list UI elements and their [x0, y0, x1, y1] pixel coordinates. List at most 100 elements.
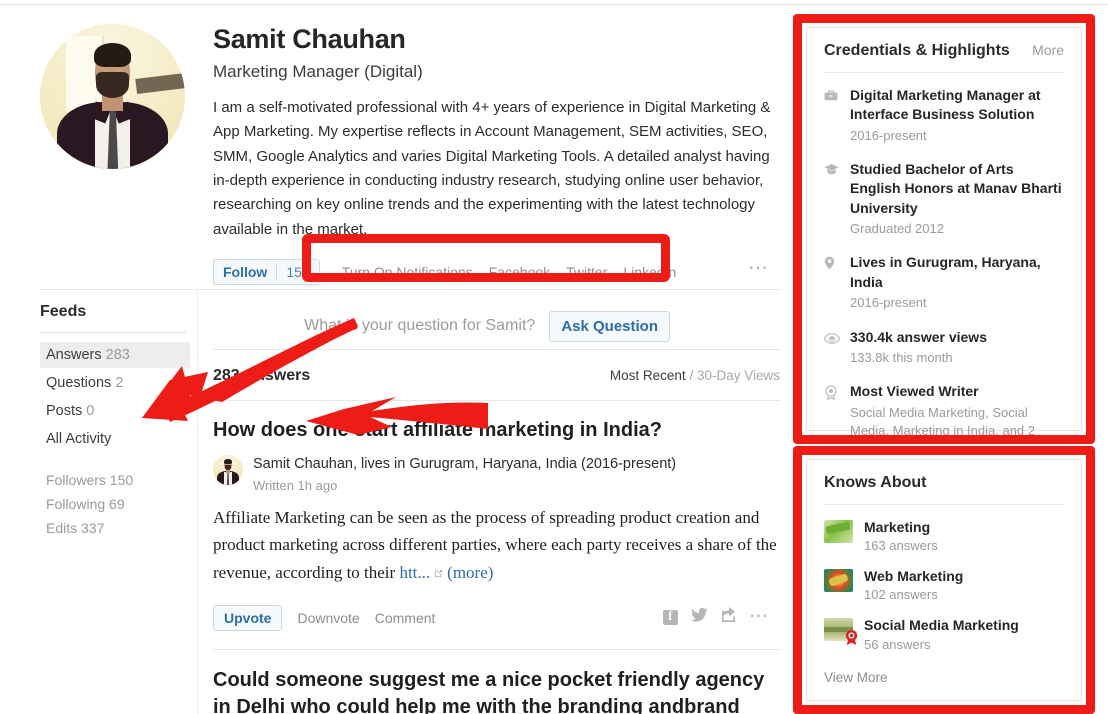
profile-photo[interactable] [40, 24, 185, 169]
sidebar-stat-count: 150 [109, 472, 134, 488]
briefcase-icon [824, 86, 839, 145]
comment-button[interactable]: Comment [375, 610, 436, 626]
credentials-card: Credentials & Highlights More Digital Ma… [806, 27, 1082, 457]
quora-profile-page: Samit Chauhan Marketing Manager (Digital… [0, 0, 1108, 714]
credential-sub: 2016-present [850, 295, 927, 311]
credential-main: Lives in Gurugram, Haryana, India [850, 254, 1041, 290]
profile-bio: I am a self-motivated professional with … [213, 99, 771, 238]
sidebar-stat-followers[interactable]: Followers 150 [40, 468, 190, 492]
sidebar-title: Feeds [40, 303, 87, 320]
topic-answer-count: 102 answers [864, 587, 938, 603]
twitter-icon[interactable] [691, 607, 708, 627]
view-more-link[interactable]: View More [824, 666, 1064, 685]
credential-main: Digital Marketing Manager at Interface B… [850, 87, 1041, 123]
answer-actions: Upvote Downvote Comment ⋯ [213, 604, 780, 632]
credential-item-education: Studied Bachelor of Arts English Honors … [824, 160, 1064, 238]
sidebar-stat-following[interactable]: Following 69 [40, 492, 190, 516]
sort-separator: / [685, 368, 697, 383]
sidebar-item-all-activity[interactable]: All Activity [40, 426, 190, 452]
facebook-link[interactable]: Facebook [489, 264, 550, 280]
sidebar-stat-edits[interactable]: Edits 337 [40, 516, 190, 540]
profile-header: Samit Chauhan Marketing Manager (Digital… [40, 24, 780, 286]
column-divider [197, 289, 198, 714]
header-divider [40, 289, 780, 290]
sidebar-stat-label: Edits [46, 520, 78, 536]
sidebar-stat-label: Following [46, 496, 106, 512]
share-icon-group: ⋯ [663, 607, 770, 627]
knows-about-header: Knows About [824, 474, 1064, 492]
credentials-title: Credentials & Highlights [824, 42, 1010, 59]
topic-answer-count: 56 answers [864, 636, 931, 652]
sidebar-item-count: 2 [115, 375, 124, 391]
credential-sub: 2016-present [850, 127, 927, 143]
credential-item-location: Lives in Gurugram, Haryana, India 2016-p… [824, 253, 1064, 312]
topic-name: Marketing [864, 519, 931, 535]
sidebar-item-count: 0 [86, 403, 95, 419]
follow-label: Follow [223, 263, 268, 280]
profile-headline: Marketing Manager (Digital) [213, 62, 423, 82]
answer-body: Affiliate Marketing can be seen as the p… [213, 504, 780, 588]
page-title: Samit Chauhan [213, 24, 406, 54]
sidebar: Feeds Answers 283 Questions 2 Posts 0 Al… [40, 303, 190, 540]
top-divider [0, 4, 1108, 5]
ask-question-button[interactable]: Ask Question [549, 310, 670, 342]
answer-more-link[interactable]: (more) [447, 563, 493, 582]
facebook-icon[interactable] [663, 608, 678, 625]
upvote-button[interactable]: Upvote [213, 605, 283, 632]
answer-body-text: Affiliate Marketing can be seen as the p… [213, 507, 777, 582]
twitter-link[interactable]: Twitter [566, 264, 607, 280]
topic-answer-count: 163 answers [864, 538, 938, 554]
sidebar-item-questions[interactable]: Questions 2 [40, 370, 190, 396]
knows-about-card: Knows About Marketing 163 answers Web Ma… [806, 459, 1082, 701]
award-badge-icon [824, 382, 839, 459]
graduation-cap-icon [824, 160, 839, 238]
credential-item-work: Digital Marketing Manager at Interface B… [824, 86, 1064, 145]
avatar[interactable] [40, 24, 185, 169]
sidebar-item-posts[interactable]: Posts 0 [40, 398, 190, 424]
topic-item-social-media-marketing[interactable]: Social Media Marketing 56 answers [824, 616, 1064, 652]
sidebar-divider [40, 332, 186, 333]
sidebar-item-answers[interactable]: Answers 283 [40, 342, 190, 368]
credential-sub: Graduated 2012 [850, 221, 944, 237]
ellipsis-icon[interactable]: ⋯ [749, 607, 770, 626]
sidebar-item-label: All Activity [46, 431, 112, 447]
eye-icon [823, 328, 841, 368]
answer-item: How does one start affiliate marketing i… [213, 401, 780, 651]
sort-30-day-views[interactable]: 30-Day Views [697, 368, 780, 383]
credentials-more-link[interactable]: More [1032, 42, 1064, 58]
sidebar-item-label: Posts [46, 403, 83, 419]
ellipsis-icon[interactable]: ⋯ [748, 258, 770, 278]
credential-main: Most Viewed Writer [850, 383, 979, 400]
credential-main: Studied Bachelor of Arts English Honors … [850, 161, 1062, 216]
credential-sub: 133.8k this month [850, 349, 953, 365]
downvote-button[interactable]: Downvote [297, 610, 359, 626]
topic-item-marketing[interactable]: Marketing 163 answers [824, 518, 1064, 553]
knows-about-title: Knows About [824, 474, 927, 491]
follow-button[interactable]: Follow 150 [213, 258, 320, 285]
share-icon[interactable] [721, 607, 736, 627]
answers-header: 283 Answers Most Recent / 30-Day Views [213, 350, 780, 400]
credentials-list: Digital Marketing Manager at Interface B… [823, 73, 1064, 459]
credentials-header: Credentials & Highlights More [824, 42, 1064, 60]
sidebar-stat-count: 337 [81, 520, 105, 536]
sort-most-recent[interactable]: Most Recent [610, 368, 686, 383]
turn-on-notifications-link[interactable]: Turn On Notifications [342, 264, 473, 280]
topic-item-web-marketing[interactable]: Web Marketing 102 answers [824, 567, 1064, 602]
author-credential[interactable]: Samit Chauhan, lives in Gurugram, Haryan… [253, 455, 676, 475]
ask-prompt: What is your question for Samit? [304, 317, 536, 334]
profile-links: Turn On Notifications Facebook Twitter L… [342, 264, 677, 280]
linkedin-link[interactable]: LinkedIn [623, 264, 676, 280]
question-title[interactable]: Could someone suggest me a nice pocket f… [213, 650, 780, 714]
topic-name: Social Media Marketing [864, 617, 1019, 634]
question-title[interactable]: How does one start affiliate marketing i… [213, 417, 780, 443]
profile-action-row: Follow 150 Turn On Notifications Faceboo… [213, 258, 780, 286]
answers-count: 283 Answers [213, 367, 311, 384]
sidebar-stat-count: 69 [109, 496, 125, 512]
credential-item-views: 330.4k answer views 133.8k this month [823, 328, 1064, 368]
sort-controls: Most Recent / 30-Day Views [610, 368, 780, 383]
answer-body-link[interactable]: htt... [399, 563, 430, 582]
credential-item-most-viewed-writer: Most Viewed Writer Social Media Marketin… [824, 382, 1064, 459]
author-avatar[interactable] [213, 455, 243, 485]
topic-name: Web Marketing [864, 568, 964, 585]
sidebar-item-count: 283 [105, 347, 130, 363]
